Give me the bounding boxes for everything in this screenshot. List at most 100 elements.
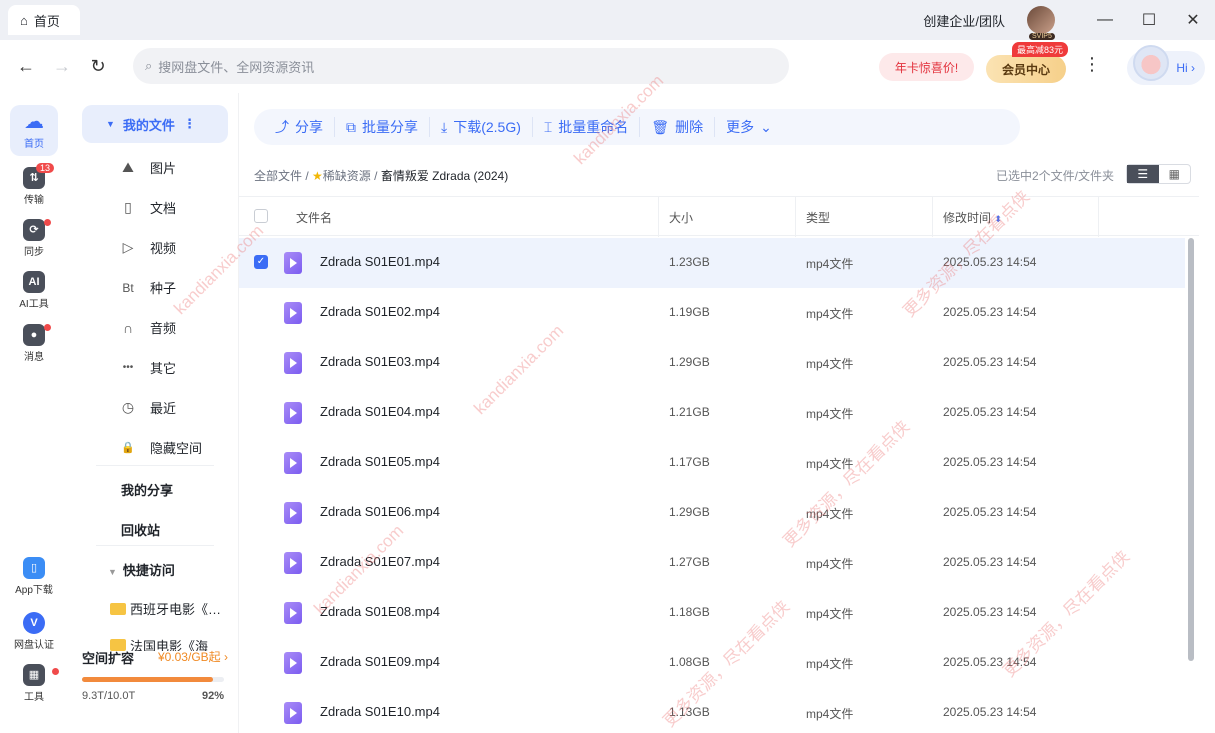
breadcrumb-current: 畜情叛爱 Zdrada (2024)	[380, 169, 509, 183]
table-row[interactable]: Zdrada S01E08.mp4 1.18GB mp4文件 2025.05.23 1…	[239, 588, 1185, 638]
batch-rename-button[interactable]: ⌶ 批量重命名	[533, 117, 641, 137]
file-modified: 2025.05.23 14:54	[943, 605, 1037, 619]
home-icon: ⌂	[20, 12, 28, 28]
table-row[interactable]: Zdrada S01E10.mp4 1.13GB mp4文件 2025.05.23 1…	[239, 688, 1185, 733]
file-modified: 2025.05.23 14:54	[943, 505, 1037, 519]
row-checkbox[interactable]: ✓	[254, 255, 268, 269]
table-row[interactable]: Zdrada S01E09.mp4 1.08GB mp4文件 2025.05.23 1…	[239, 638, 1185, 688]
more-menu-icon[interactable]: ⋮	[1083, 54, 1101, 75]
table-row[interactable]: ✓ Zdrada S01E01.mp4 1.23GB mp4文件 2025.05.23 …	[239, 238, 1185, 288]
file-name[interactable]: Zdrada S01E10.mp4	[320, 704, 440, 719]
avatar[interactable]: SVIP5	[1027, 6, 1055, 40]
rail-ai-tools[interactable]: AI AI工具	[10, 271, 58, 310]
sidebar-item-audio[interactable]: ∩ 音频	[120, 318, 176, 337]
minimize-button[interactable]: —	[1083, 11, 1127, 29]
star-icon: ★	[312, 169, 323, 183]
assistant-label: Hi	[1176, 61, 1188, 75]
search-input[interactable]: ⌕ 搜网盘文件、全网资源资讯	[133, 48, 789, 84]
chevron-down-icon: ⌄	[760, 118, 772, 135]
column-name[interactable]: 文件名	[296, 209, 332, 226]
file-name[interactable]: Zdrada S01E05.mp4	[320, 454, 440, 469]
file-type: mp4文件	[806, 407, 854, 421]
rail-transfer[interactable]: ⇅ 传输 13	[10, 163, 58, 206]
vip-center-button[interactable]: 会员中心	[986, 55, 1066, 83]
rail-verify-label: 网盘认证	[14, 640, 54, 651]
rail-messages[interactable]: ● 消息	[10, 324, 58, 363]
file-name[interactable]: Zdrada S01E02.mp4	[320, 304, 440, 319]
rail-app-download[interactable]: ▯ App下载	[10, 557, 58, 596]
rail-messages-label: 消息	[24, 352, 44, 363]
promo-button[interactable]: 年卡惊喜价!	[879, 53, 974, 81]
column-modified[interactable]: 修改时间 ⬍	[943, 209, 1002, 226]
column-type[interactable]: 类型	[806, 209, 830, 226]
sidebar-my-share[interactable]: 我的分享	[121, 480, 173, 499]
sidebar-item-videos[interactable]: ▷ 视频	[120, 238, 176, 257]
file-name[interactable]: Zdrada S01E09.mp4	[320, 654, 440, 669]
table-row[interactable]: Zdrada S01E07.mp4 1.27GB mp4文件 2025.05.23 1…	[239, 538, 1185, 588]
file-name[interactable]: Zdrada S01E03.mp4	[320, 354, 440, 369]
back-arrow-icon[interactable]: ←	[8, 56, 44, 77]
file-type: mp4文件	[806, 457, 854, 471]
sidebar-my-files[interactable]: ▼ 我的文件 ⋮	[82, 105, 228, 143]
sidebar-item-documents[interactable]: ▯ 文档	[120, 198, 176, 217]
table-row[interactable]: Zdrada S01E02.mp4 1.19GB mp4文件 2025.05.23 1…	[239, 288, 1185, 338]
close-button[interactable]: ✕	[1171, 10, 1215, 30]
scrollbar[interactable]	[1188, 238, 1194, 661]
table-row[interactable]: Zdrada S01E03.mp4 1.29GB mp4文件 2025.05.23 1…	[239, 338, 1185, 388]
sidebar-item-label: 视频	[150, 241, 177, 256]
sidebar-item-torrents[interactable]: Bt 种子	[120, 278, 176, 297]
notification-dot	[44, 324, 51, 331]
create-team-link[interactable]: 创建企业/团队	[923, 11, 1005, 30]
batch-share-button[interactable]: ⧉ 批量分享	[335, 117, 430, 137]
table-row[interactable]: Zdrada S01E05.mp4 1.17GB mp4文件 2025.05.23 1…	[239, 438, 1185, 488]
quick-folder-item[interactable]: 西班牙电影《…	[110, 599, 220, 618]
search-icon: ⌕	[145, 58, 153, 73]
file-size: 1.19GB	[669, 305, 710, 319]
file-name[interactable]: Zdrada S01E07.mp4	[320, 554, 440, 569]
sidebar-item-other[interactable]: ••• 其它	[120, 358, 176, 377]
storage-panel[interactable]: 空间扩容 ¥0.03/GB起 › 9.3T/10.0T 92%	[82, 648, 228, 702]
headphone-icon: ∩	[122, 319, 134, 336]
table-row[interactable]: Zdrada S01E06.mp4 1.29GB mp4文件 2025.05.23 1…	[239, 488, 1185, 538]
assistant-button[interactable]: Hi ›	[1127, 45, 1205, 85]
caret-down-icon: ▼	[108, 567, 117, 577]
kebab-icon[interactable]: ⋮	[183, 116, 196, 132]
quick-access-header[interactable]: ▼ 快捷访问	[108, 560, 175, 579]
file-name[interactable]: Zdrada S01E01.mp4	[320, 254, 440, 269]
rail-home[interactable]: ☁ 首页	[10, 105, 58, 156]
select-all-checkbox[interactable]	[254, 209, 268, 223]
rail-sync[interactable]: ⟳ 同步	[10, 219, 58, 258]
sidebar-item-images[interactable]: ⛰ 图片	[120, 158, 176, 177]
sidebar-recycle-bin[interactable]: 回收站	[121, 520, 160, 539]
file-name[interactable]: Zdrada S01E08.mp4	[320, 604, 440, 619]
download-button[interactable]: ⤓ 下载(2.5G)	[430, 117, 533, 137]
clock-icon: ◷	[121, 399, 135, 415]
file-name[interactable]: Zdrada S01E06.mp4	[320, 504, 440, 519]
sidebar-item-recent[interactable]: ◷ 最近	[120, 398, 176, 417]
document-icon: ▯	[124, 199, 132, 215]
maximize-button[interactable]: ☐	[1127, 10, 1171, 30]
rail-verify[interactable]: V 网盘认证	[10, 612, 58, 651]
breadcrumb-mid[interactable]: 稀缺资源	[323, 169, 371, 183]
sidebar-item-hidden-space[interactable]: 🔒 隐藏空间	[120, 438, 202, 457]
share-button[interactable]: ⤴ 分享	[264, 117, 335, 137]
column-size[interactable]: 大小	[669, 209, 693, 226]
rail-tools[interactable]: ▦ 工具	[10, 664, 59, 703]
sidebar-item-label: 图片	[150, 161, 177, 176]
file-type: mp4文件	[806, 257, 854, 271]
more-button[interactable]: 更多 ⌄	[715, 117, 783, 137]
table-row[interactable]: Zdrada S01E04.mp4 1.21GB mp4文件 2025.05.23 1…	[239, 388, 1185, 438]
forward-arrow-icon[interactable]: →	[44, 56, 80, 77]
sort-icon: ⬍	[994, 214, 1002, 224]
tab-home-label: 首页	[33, 13, 60, 29]
tab-home[interactable]: ⌂ 首页	[8, 5, 80, 35]
rail-transfer-label: 传输	[24, 195, 44, 206]
file-name[interactable]: Zdrada S01E04.mp4	[320, 404, 440, 419]
storage-price[interactable]: ¥0.03/GB起 ›	[158, 648, 228, 665]
breadcrumb-root[interactable]: 全部文件	[254, 169, 302, 183]
refresh-icon[interactable]: ↻	[80, 56, 116, 77]
video-file-icon	[284, 352, 302, 374]
grid-view-icon[interactable]: ▦	[1159, 165, 1191, 183]
list-view-icon[interactable]: ☰	[1127, 165, 1159, 183]
delete-button[interactable]: 🗑 删除	[640, 117, 716, 137]
